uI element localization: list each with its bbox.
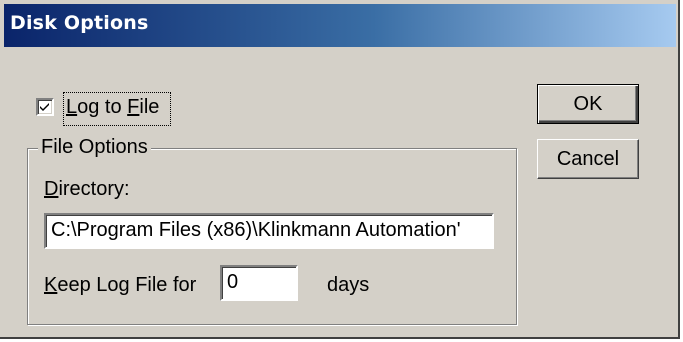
log-to-file-label[interactable]: Log to File [66,96,159,119]
file-access-key: F [127,96,140,118]
cancel-button[interactable]: Cancel [537,139,639,179]
file-options-group-label: File Options [38,136,151,159]
days-label: days [327,274,370,296]
keep-access-key: K [44,274,58,296]
checkmark-icon [40,103,49,111]
keep-label-rest: eep Log File for [57,274,197,296]
directory-access-key: D [44,178,59,200]
log-access-key: L [66,96,78,118]
directory-label: Directory: [44,178,130,201]
keep-days-input[interactable]: 0 [220,265,298,301]
dialog-title: Disk Options [10,12,149,34]
disk-options-dialog: Disk Options Log to File File Options Di… [0,0,680,339]
log-label-rest: ile [139,96,160,118]
log-to-file-checkbox[interactable] [36,98,54,116]
directory-label-rest: irectory: [58,178,130,200]
title-bar[interactable]: Disk Options [4,4,676,47]
directory-input[interactable]: C:\Program Files (x86)\Klinkmann Automat… [44,213,494,249]
log-label-mid: og to [77,96,128,118]
ok-button[interactable]: OK [537,84,639,124]
keep-log-label: Keep Log File for [44,274,196,297]
